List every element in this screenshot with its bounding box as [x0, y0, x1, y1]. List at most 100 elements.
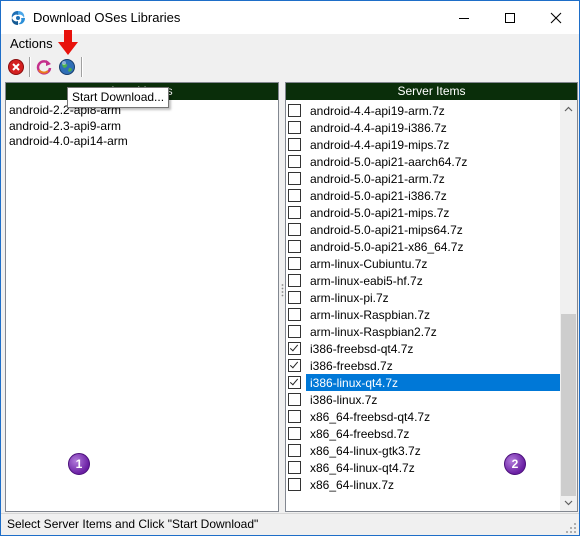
- globe-download-icon[interactable]: [58, 58, 76, 76]
- item-label: android-4.4-api19-i386.7z: [310, 120, 447, 135]
- item-checkbox[interactable]: [288, 410, 301, 423]
- scroll-up-icon: [564, 106, 573, 111]
- item-label: x86_64-freebsd.7z: [310, 426, 410, 441]
- list-item[interactable]: android-5.0-api21-x86_64.7z: [288, 238, 558, 255]
- item-checkbox[interactable]: [288, 104, 301, 117]
- toolbar-separator: [81, 57, 83, 77]
- list-item[interactable]: android-4.4-api19-i386.7z: [288, 119, 558, 136]
- status-text: Select Server Items and Click "Start Dow…: [7, 517, 259, 531]
- item-label: android-5.0-api21-mips64.7z: [310, 222, 463, 237]
- item-checkbox[interactable]: [288, 461, 301, 474]
- local-items-list[interactable]: android-2.2-api8-arm android-2.3-api9-ar…: [8, 103, 278, 150]
- list-item[interactable]: x86_64-linux.7z: [288, 476, 558, 493]
- item-checkbox[interactable]: [288, 427, 301, 440]
- list-item[interactable]: arm-linux-Raspbian2.7z: [288, 323, 558, 340]
- list-item[interactable]: x86_64-freebsd-qt4.7z: [288, 408, 558, 425]
- item-checkbox[interactable]: [288, 172, 301, 185]
- tooltip: Start Download...: [67, 87, 170, 108]
- server-items-list[interactable]: android-4.4-api19-arm.7z android-4.4-api1…: [288, 102, 560, 493]
- server-items-panel: Server Items android-4.4-api19-arm.7z and…: [285, 82, 578, 512]
- item-label: arm-linux-Raspbian2.7z: [310, 324, 437, 339]
- item-checkbox[interactable]: [288, 444, 301, 457]
- item-label: i386-freebsd.7z: [310, 358, 393, 373]
- item-checkbox[interactable]: [288, 138, 301, 151]
- list-item[interactable]: i386-freebsd.7z: [288, 357, 558, 374]
- item-label: android-5.0-api21-x86_64.7z: [310, 239, 464, 254]
- item-checkbox[interactable]: [288, 359, 301, 372]
- list-item[interactable]: i386-freebsd-qt4.7z: [288, 340, 558, 357]
- maximize-button[interactable]: [487, 1, 533, 34]
- refresh-icon[interactable]: [35, 58, 53, 76]
- item-label: arm-linux-pi.7z: [310, 290, 389, 305]
- list-item[interactable]: android-4.0-api14-arm: [8, 134, 278, 150]
- stop-icon[interactable]: [7, 58, 25, 76]
- list-item[interactable]: arm-linux-pi.7z: [288, 289, 558, 306]
- item-label: android-5.0-api21-aarch64.7z: [310, 154, 468, 169]
- annotation-badge-1: 1: [68, 453, 90, 475]
- item-checkbox[interactable]: [288, 257, 301, 270]
- close-button[interactable]: [533, 1, 579, 34]
- close-icon: [550, 12, 562, 23]
- item-checkbox[interactable]: [288, 240, 301, 253]
- app-window: Download OSes Libraries Actions android-…: [0, 0, 580, 536]
- item-checkbox[interactable]: [288, 291, 301, 304]
- list-item[interactable]: android-5.0-api21-i386.7z: [288, 187, 558, 204]
- item-label: android-5.0-api21-mips.7z: [310, 205, 450, 220]
- list-item[interactable]: android-4.4-api19-arm.7z: [288, 102, 558, 119]
- item-checkbox[interactable]: [288, 376, 301, 389]
- list-item[interactable]: i386-linux.7z: [288, 391, 558, 408]
- item-checkbox[interactable]: [288, 206, 301, 219]
- item-label: arm-linux-Cubiuntu.7z: [310, 256, 428, 271]
- list-item[interactable]: arm-linux-Cubiuntu.7z: [288, 255, 558, 272]
- app-icon: [11, 11, 25, 25]
- item-label: i386-linux-qt4.7z: [309, 375, 400, 390]
- status-bar: Select Server Items and Click "Start Dow…: [1, 513, 579, 535]
- item-checkbox[interactable]: [288, 478, 301, 491]
- item-checkbox[interactable]: [288, 223, 301, 236]
- scroll-down-button[interactable]: [560, 494, 577, 511]
- item-label: android-4.4-api19-arm.7z: [310, 103, 445, 118]
- list-item[interactable]: arm-linux-Raspbian.7z: [288, 306, 558, 323]
- list-item[interactable]: i386-linux-qt4.7z: [288, 374, 560, 391]
- list-item[interactable]: arm-linux-eabi5-hf.7z: [288, 272, 558, 289]
- scroll-up-button[interactable]: [560, 100, 577, 117]
- item-label: x86_64-freebsd-qt4.7z: [310, 409, 431, 424]
- list-item[interactable]: android-5.0-api21-arm.7z: [288, 170, 558, 187]
- splitter-grip[interactable]: [281, 283, 284, 297]
- item-checkbox[interactable]: [288, 393, 301, 406]
- minimize-button[interactable]: [441, 1, 487, 34]
- item-label: i386-linux.7z: [310, 392, 378, 407]
- list-item[interactable]: android-5.0-api21-mips64.7z: [288, 221, 558, 238]
- item-checkbox[interactable]: [288, 155, 301, 168]
- annotation-arrow-icon: [58, 30, 78, 55]
- resize-grip-icon[interactable]: [565, 522, 577, 534]
- local-items-panel: Local Items android-2.2-api8-arm android…: [5, 82, 279, 512]
- maximize-icon: [505, 12, 515, 23]
- item-checkbox[interactable]: [288, 325, 301, 338]
- item-label: arm-linux-Raspbian.7z: [310, 307, 431, 322]
- item-checkbox[interactable]: [288, 342, 301, 355]
- item-label: i386-freebsd-qt4.7z: [310, 341, 414, 356]
- scroll-down-icon: [564, 500, 573, 505]
- server-items-header: Server Items: [286, 83, 577, 100]
- item-label: android-5.0-api21-arm.7z: [310, 171, 445, 186]
- toolbar-separator: [29, 57, 31, 77]
- item-label: android-5.0-api21-i386.7z: [310, 188, 447, 203]
- list-item[interactable]: android-4.4-api19-mips.7z: [288, 136, 558, 153]
- list-item[interactable]: android-5.0-api21-mips.7z: [288, 204, 558, 221]
- item-checkbox[interactable]: [288, 121, 301, 134]
- list-item[interactable]: x86_64-freebsd.7z: [288, 425, 558, 442]
- list-item[interactable]: android-5.0-api21-aarch64.7z: [288, 153, 558, 170]
- menu-actions[interactable]: Actions: [10, 36, 53, 51]
- menu-bar: Actions: [1, 34, 579, 54]
- item-label: x86_64-linux.7z: [310, 477, 395, 492]
- annotation-badge-2: 2: [504, 453, 526, 475]
- list-item[interactable]: android-2.3-api9-arm: [8, 119, 278, 135]
- item-label: x86_64-linux-gtk3.7z: [310, 443, 421, 458]
- vertical-scrollbar[interactable]: [560, 100, 577, 511]
- title-bar[interactable]: Download OSes Libraries: [1, 1, 579, 34]
- item-checkbox[interactable]: [288, 189, 301, 202]
- item-checkbox[interactable]: [288, 274, 301, 287]
- item-checkbox[interactable]: [288, 308, 301, 321]
- scroll-thumb[interactable]: [561, 314, 576, 496]
